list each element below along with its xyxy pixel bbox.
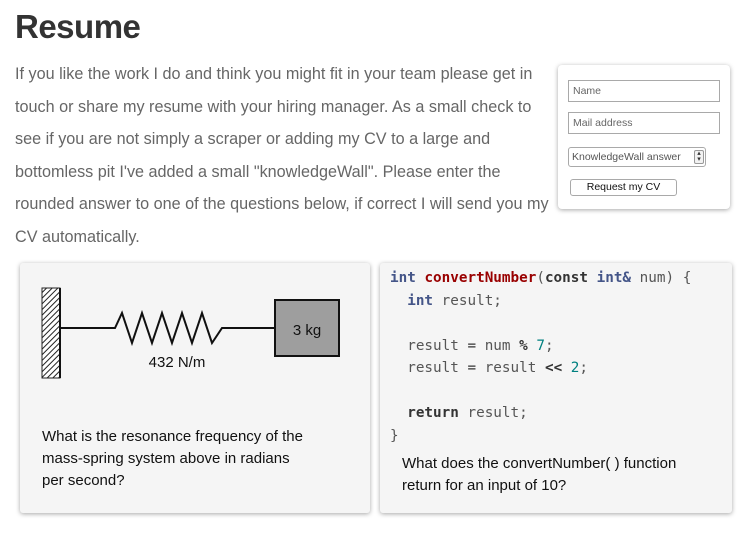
name-field[interactable] <box>568 80 720 102</box>
stepper-arrows-icon[interactable]: ▴ ▾ <box>694 150 704 164</box>
mail-address-field[interactable] <box>568 112 720 134</box>
code-question-card: int convertNumber(const int& num) { int … <box>380 263 732 513</box>
request-cv-button[interactable]: Request my CV <box>570 179 677 196</box>
physics-question-card: 3 kg 432 N/m What is the resonance frequ… <box>20 263 370 513</box>
mass-spring-diagram: 3 kg 432 N/m <box>41 287 340 379</box>
wall-hatch <box>41 287 61 379</box>
page-title: Resume <box>15 8 141 45</box>
code-line: int convertNumber(const int& num) { <box>390 270 692 286</box>
code-line: result = result << 2; <box>407 360 589 376</box>
code-line: result = num % 7; <box>407 337 554 354</box>
mass-label: 3 kg <box>293 322 321 339</box>
code-line: } <box>390 427 399 444</box>
cv-request-form: KnowledgeWall answer ▴▾ Request my CV <box>558 65 730 209</box>
spring-constant-label: 432 N/m <box>149 354 206 371</box>
code-line: int result; <box>407 292 502 309</box>
intro-paragraph: If you like the work I do and think you … <box>15 65 549 246</box>
knowledgewall-answer-placeholder: KnowledgeWall answer <box>572 151 681 163</box>
physics-question-text: What is the resonance frequency of the m… <box>42 428 303 489</box>
spring-icon <box>60 309 275 347</box>
code-question-text: What does the convertNumber( ) function … <box>402 455 677 494</box>
knowledgewall-answer-stepper[interactable]: KnowledgeWall answer ▴ ▾ <box>568 147 706 167</box>
code-block: int convertNumber(const int& num) { int … <box>390 267 730 447</box>
code-line: return result; <box>407 405 528 421</box>
